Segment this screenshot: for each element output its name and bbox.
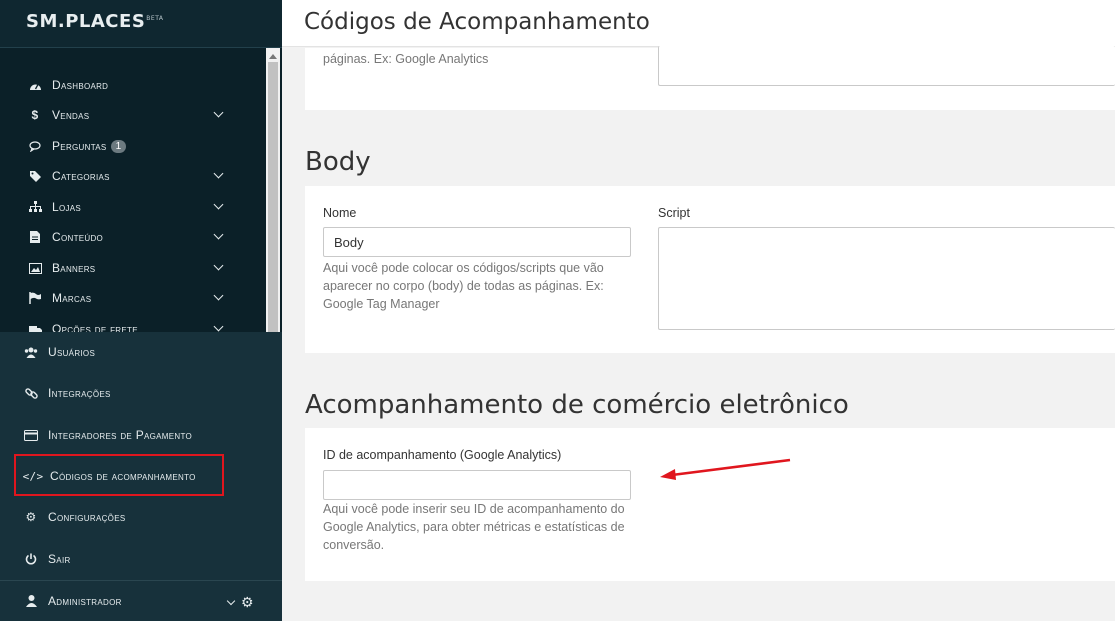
settings-gear-icon[interactable]: ⚙ [241,594,254,611]
sidebar-item-label: Categorias [52,169,110,183]
section-title-ecommerce: Acompanhamento de comércio eletrônico [305,390,849,420]
app-logo[interactable]: SM.PLACESBETA [26,11,164,32]
sidebar-item-vendas[interactable]: $ Vendas [28,105,228,125]
power-icon [24,552,38,566]
body-help-text: Aqui você pode colocar os códigos/script… [323,261,604,311]
sidebar-item-categorias[interactable]: Categorias [28,166,228,186]
chevron-down-icon [213,260,224,271]
dollar-icon: $ [31,108,39,122]
sidebar-item-label: Integradores de Pagamento [48,428,193,442]
sidebar-item-opcoes-frete[interactable]: Opções de frete [28,319,228,332]
sidebar-item-label: Vendas [52,108,90,122]
page-title: Códigos de Acompanhamento [304,9,650,35]
sidebar: SM.PLACESBETA Dashboard $ Vendas Pergunt… [0,0,282,621]
sidebar-item-label: Dashboard [52,78,109,92]
sidebar-item-marcas[interactable]: Marcas [28,288,228,308]
sidebar-item-label: Lojas [52,200,82,214]
body-script-textarea[interactable] [658,227,1115,330]
sidebar-scroll-area[interactable]: Dashboard $ Vendas Perguntas 1 Categoria… [0,48,282,332]
scroll-up-arrow-icon[interactable] [269,54,277,59]
sidebar-item-perguntas[interactable]: Perguntas 1 [28,136,228,156]
notification-badge: 1 [110,139,127,153]
body-section-panel: Nome Body Aqui você pode colocar os códi… [305,186,1115,353]
sidebar-item-label: Sair [48,552,71,566]
file-icon [28,230,42,244]
sidebar-item-label: Integrações [48,386,111,400]
sidebar-item-integracoes[interactable]: Integrações [24,383,111,403]
logo-text: SM.PLACES [26,11,146,32]
head-help-text: páginas. Ex: Google Analytics [323,52,489,66]
admin-divider [0,580,282,581]
sidebar-item-label: Conteúdo [52,230,104,244]
annotation-arrow-icon [660,458,791,480]
sidebar-item-banners[interactable]: Banners [28,258,228,278]
tracking-id-help-text: Aqui você pode inserir seu ID de acompan… [323,502,625,552]
sidebar-item-lojas[interactable]: Lojas [28,197,228,217]
credit-card-icon [24,428,38,442]
section-title-body: Body [305,147,371,177]
comments-icon [28,139,42,153]
logo-beta-badge: BETA [146,15,164,22]
sidebar-item-usuarios[interactable]: Usuários [24,342,95,362]
dashboard-icon [28,78,42,92]
sitemap-icon [28,200,42,214]
top-header: Códigos de Acompanhamento [282,0,1115,47]
admin-user-menu[interactable]: Administrador [24,591,122,611]
sidebar-scrollbar[interactable] [266,48,280,332]
sidebar-item-dashboard[interactable]: Dashboard [28,75,228,95]
sidebar-item-label: Opções de frete [52,322,138,332]
link-icon [24,386,38,400]
chevron-down-icon [213,229,224,240]
highlight-box [14,454,224,496]
head-section-panel: páginas. Ex: Google Analytics [305,46,1115,110]
tracking-id-input[interactable] [323,470,631,500]
chevron-down-icon [213,199,224,210]
flag-icon [28,291,42,305]
admin-actions: ⚙ [226,594,254,611]
body-name-label: Nome [323,206,357,220]
chevron-down-icon [213,290,224,301]
scrollbar-thumb[interactable] [268,62,278,332]
sidebar-item-configuracoes[interactable]: ⚙ Configurações [24,507,125,527]
gear-icon: ⚙ [25,510,37,524]
sidebar-item-label: Perguntas [52,139,107,153]
user-icon [24,594,38,608]
ecommerce-section-panel: ID de acompanhamento (Google Analytics) … [305,428,1115,581]
chevron-down-icon[interactable] [226,596,236,606]
body-script-label: Script [658,206,690,220]
sidebar-item-label: Configurações [48,510,126,524]
admin-label: Administrador [48,594,122,608]
sidebar-item-label: Marcas [52,291,92,305]
tags-icon [28,169,42,183]
image-icon [28,261,42,275]
chevron-down-icon [213,168,224,179]
users-icon [24,345,38,359]
sidebar-item-integradores-pagamento[interactable]: Integradores de Pagamento [24,425,192,445]
chevron-down-icon [213,107,224,118]
sidebar-item-label: Banners [52,261,96,275]
head-script-textarea[interactable] [658,46,1115,86]
tracking-id-label: ID de acompanhamento (Google Analytics) [323,448,562,462]
sidebar-item-sair[interactable]: Sair [24,549,71,569]
body-name-input[interactable]: Body [323,227,631,257]
sidebar-item-conteudo[interactable]: Conteúdo [28,227,228,247]
sidebar-item-label: Usuários [48,345,96,359]
truck-icon [28,322,42,332]
chevron-down-icon [213,321,224,332]
